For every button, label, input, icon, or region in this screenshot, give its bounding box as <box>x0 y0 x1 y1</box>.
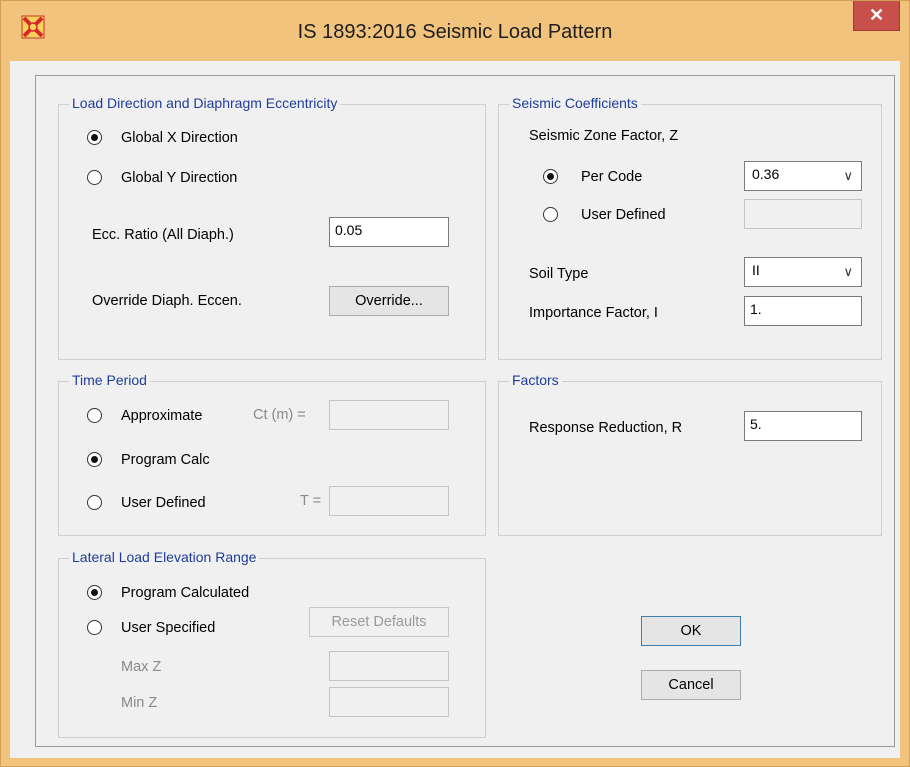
ecc-ratio-label: Ecc. Ratio (All Diaph.) <box>92 227 234 243</box>
approximate-radio[interactable] <box>87 408 102 423</box>
lateral-load-legend: Lateral Load Elevation Range <box>69 549 260 565</box>
approximate-label: Approximate <box>121 408 203 424</box>
override-diaph-label: Override Diaph. Eccen. <box>92 293 242 309</box>
dialog-body: Load Direction and Diaphragm Eccentricit… <box>10 61 900 758</box>
importance-factor-input[interactable]: 1. <box>744 296 862 326</box>
user-specified-radio[interactable] <box>87 620 102 635</box>
seismic-coefficients-group: Seismic Coefficients Seismic Zone Factor… <box>498 95 882 360</box>
zone-factor-select[interactable]: 0.36 ∨ <box>744 161 862 191</box>
zone-factor-value: 0.36 <box>752 166 780 182</box>
chevron-down-icon: ∨ <box>843 168 853 183</box>
override-button[interactable]: Override... <box>329 286 449 316</box>
program-calc-radio[interactable] <box>87 452 102 467</box>
soil-type-label: Soil Type <box>529 266 589 282</box>
importance-factor-label: Importance Factor, I <box>529 305 658 321</box>
reset-defaults-button[interactable]: Reset Defaults <box>309 607 449 637</box>
max-z-label: Max Z <box>121 659 162 675</box>
per-code-radio[interactable] <box>543 169 558 184</box>
min-z-label: Min Z <box>121 695 158 711</box>
user-defined-zone-label: User Defined <box>581 207 666 223</box>
t-input[interactable] <box>329 486 449 516</box>
max-z-input[interactable] <box>329 651 449 681</box>
load-direction-group: Load Direction and Diaphragm Eccentricit… <box>58 95 486 360</box>
window-title: IS 1893:2016 Seismic Load Pattern <box>297 21 613 43</box>
user-specified-label: User Specified <box>121 620 216 636</box>
user-defined-t-radio[interactable] <box>87 495 102 510</box>
seismic-zone-label: Seismic Zone Factor, Z <box>529 128 679 144</box>
seismic-coefficients-legend: Seismic Coefficients <box>509 95 641 111</box>
ok-button[interactable]: OK <box>641 616 741 646</box>
user-defined-t-label: User Defined <box>121 495 206 511</box>
ct-label: Ct (m) = <box>253 407 306 423</box>
per-code-label: Per Code <box>581 169 643 185</box>
dialog-frame: Load Direction and Diaphragm Eccentricit… <box>35 75 895 747</box>
program-calculated-label: Program Calculated <box>121 585 250 601</box>
global-y-label: Global Y Direction <box>121 170 238 186</box>
chevron-down-icon: ∨ <box>843 264 853 279</box>
response-reduction-input[interactable]: 5. <box>744 411 862 441</box>
cancel-button[interactable]: Cancel <box>641 670 741 700</box>
min-z-input[interactable] <box>329 687 449 717</box>
dialog-window: IS 1893:2016 Seismic Load Pattern ✕ Load… <box>0 0 910 767</box>
load-direction-legend: Load Direction and Diaphragm Eccentricit… <box>69 95 341 111</box>
soil-type-value: II <box>752 262 760 278</box>
factors-group: Factors Response Reduction, R 5. <box>498 372 882 536</box>
user-zone-input[interactable] <box>744 199 862 229</box>
user-defined-zone-radio[interactable] <box>543 207 558 222</box>
response-reduction-label: Response Reduction, R <box>529 420 683 436</box>
ct-input[interactable] <box>329 400 449 430</box>
soil-type-select[interactable]: II ∨ <box>744 257 862 287</box>
program-calculated-radio[interactable] <box>87 585 102 600</box>
time-period-legend: Time Period <box>69 372 150 388</box>
close-icon: ✕ <box>868 5 885 25</box>
program-calc-label: Program Calc <box>121 452 210 468</box>
ecc-ratio-input[interactable]: 0.05 <box>329 217 449 247</box>
title-bar[interactable]: IS 1893:2016 Seismic Load Pattern ✕ <box>1 1 909 61</box>
global-x-radio[interactable] <box>87 130 102 145</box>
global-y-radio[interactable] <box>87 170 102 185</box>
t-label: T = <box>300 493 322 509</box>
factors-legend: Factors <box>509 372 562 388</box>
close-button[interactable]: ✕ <box>853 1 900 31</box>
time-period-group: Time Period Approximate Ct (m) = Program… <box>58 372 486 536</box>
lateral-load-group: Lateral Load Elevation Range Program Cal… <box>58 549 486 738</box>
global-x-label: Global X Direction <box>121 130 238 146</box>
